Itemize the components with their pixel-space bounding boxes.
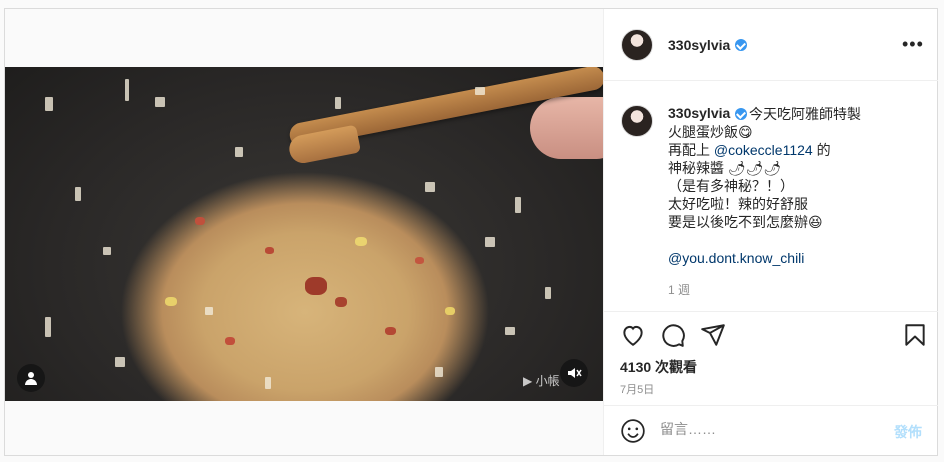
bookmark-icon[interactable] (902, 322, 928, 348)
speck (425, 182, 435, 192)
post-video[interactable]: ▶ 小帳 (5, 67, 603, 401)
user-icon (25, 372, 37, 385)
header-username[interactable]: 330sylvia (668, 37, 730, 53)
speck (485, 237, 495, 247)
speck (265, 377, 271, 389)
speck (45, 317, 51, 337)
food-bit (265, 247, 274, 254)
food-bit (165, 297, 177, 306)
speck (103, 247, 111, 255)
share-icon[interactable] (700, 322, 726, 348)
post-sidebar: 330sylvia ••• 330sylvia 今天吃阿雅師特製 火腿蛋炒飯😋 … (603, 9, 938, 455)
speck (545, 287, 551, 299)
comment-bar: 發佈 (604, 405, 938, 455)
mention-link[interactable]: @cokeccle1124 (714, 142, 813, 158)
caption-line: （是有多神秘？！） (668, 178, 794, 194)
avatar[interactable] (621, 29, 653, 61)
caption-avatar[interactable] (621, 105, 653, 137)
caption-time[interactable]: 1 週 (668, 281, 690, 298)
post-date[interactable]: 7月5日 (620, 381, 654, 397)
video-watermark: ▶ 小帳 (523, 374, 560, 388)
caption-text: 的 (812, 142, 831, 158)
post-caption: 今天吃阿雅師特製 火腿蛋炒飯😋 再配上 @cokeccle1124 的 神秘辣醬… (668, 105, 918, 267)
speck (45, 97, 53, 111)
food-bit (385, 327, 396, 335)
post-comment-button[interactable]: 發佈 (894, 422, 922, 442)
verified-badge-icon (735, 39, 747, 51)
caption-line: 神秘辣醬 🌶🌶🌶 (668, 160, 782, 176)
action-bar (604, 311, 938, 355)
speck (205, 307, 213, 315)
speck (125, 79, 129, 101)
emoji-icon[interactable] (620, 418, 646, 444)
food-bit (225, 337, 235, 345)
speck (335, 97, 341, 109)
food-bit (195, 217, 205, 225)
food-bit (335, 297, 347, 307)
more-icon[interactable]: ••• (902, 35, 924, 53)
speck (235, 147, 243, 157)
caption-line: 太好吃啦！辣的好舒服 (668, 196, 808, 212)
heart-icon[interactable] (620, 322, 646, 348)
speck (505, 327, 515, 335)
speck (475, 87, 485, 95)
post-header: 330sylvia ••• (604, 9, 938, 81)
post-media: ▶ 小帳 (5, 9, 603, 455)
comment-icon[interactable] (660, 322, 686, 348)
speck (115, 357, 125, 367)
food-bit (305, 277, 327, 295)
speck (515, 197, 521, 213)
caption-line: 今天吃阿雅師特製 (749, 106, 861, 122)
caption-line-mention: 再配上 @cokeccle1124 的 (668, 141, 918, 159)
caption-line: 火腿蛋炒飯😋 (668, 124, 753, 140)
hand-decoration (530, 97, 603, 159)
food-bit (355, 237, 367, 246)
food-bit (445, 307, 455, 315)
speck (435, 367, 443, 377)
speck (155, 97, 165, 107)
mute-button[interactable] (560, 359, 588, 387)
speck (75, 187, 81, 201)
caption-line: 要是以後吃不到怎麼辦😆 (668, 214, 823, 230)
food-bit (415, 257, 424, 264)
instagram-post: ▶ 小帳 330sylvia ••• 330sylvia 今天吃阿雅師特製 火腿… (4, 8, 938, 456)
mention-link[interactable]: @you.dont.know_chili (668, 249, 918, 267)
caption-text: 再配上 (668, 142, 714, 158)
comment-input[interactable] (660, 421, 870, 437)
view-count[interactable]: 4130 次觀看 (620, 357, 697, 377)
mute-icon (568, 368, 582, 378)
tagged-users-button[interactable] (17, 364, 45, 392)
caption-blank (668, 231, 918, 249)
